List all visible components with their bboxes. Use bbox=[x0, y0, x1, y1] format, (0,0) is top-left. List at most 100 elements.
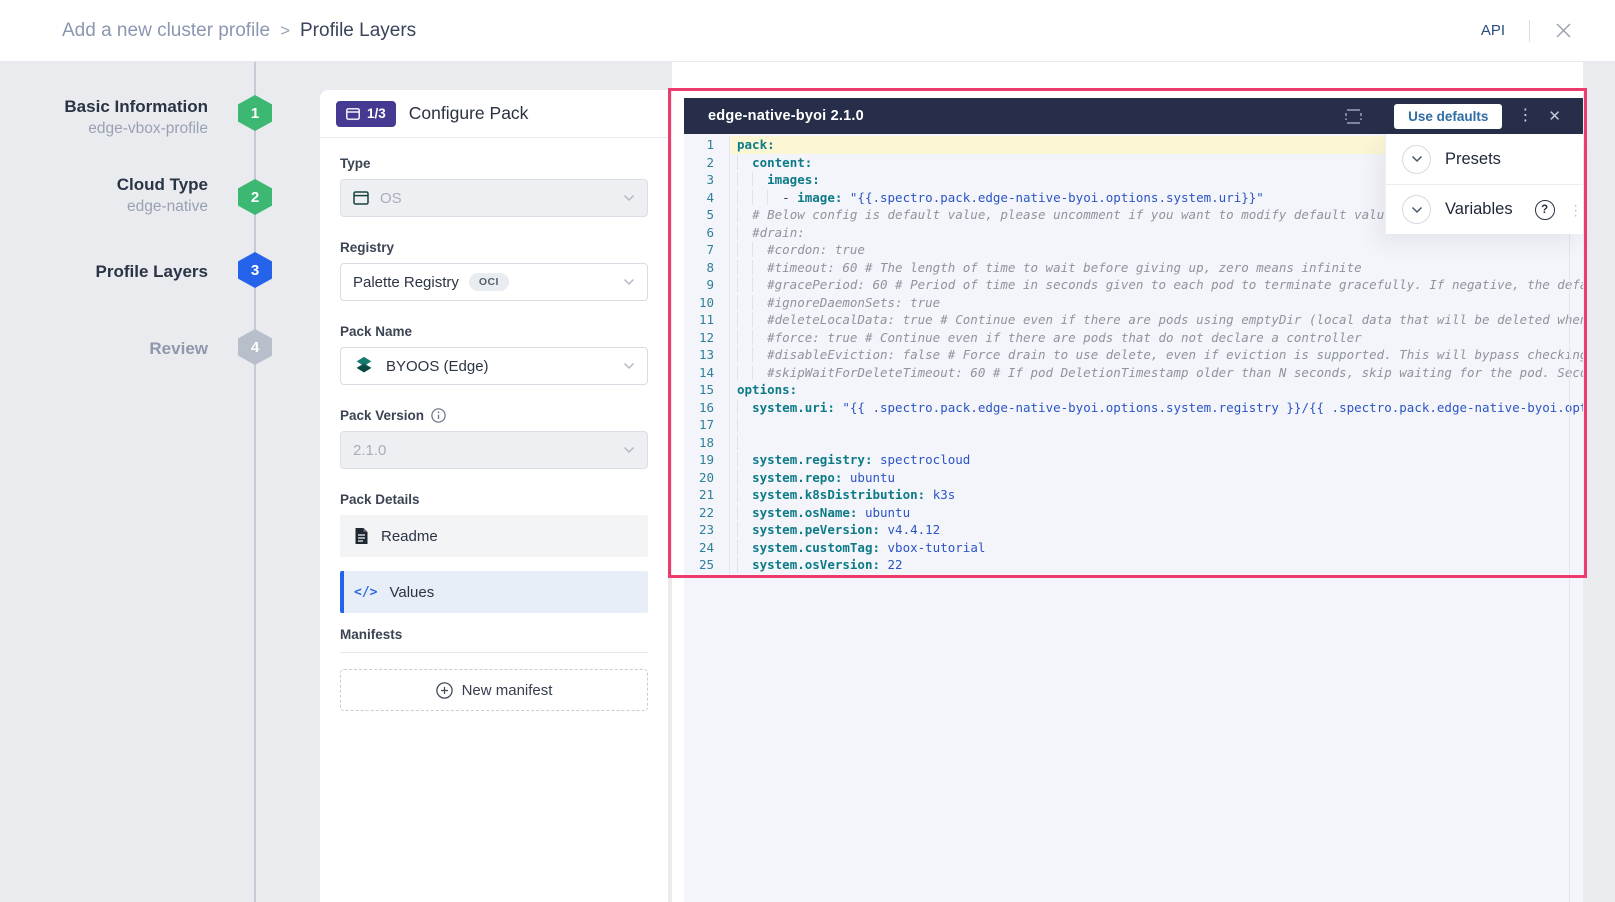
breadcrumb-parent-link[interactable]: Add a new cluster profile bbox=[62, 20, 270, 42]
pack-name-value: BYOOS (Edge) bbox=[386, 358, 489, 375]
variables-section-toggle[interactable]: Variables ? ⋮ bbox=[1386, 184, 1583, 234]
editor-title: edge-native-byoi 2.1.0 bbox=[708, 108, 864, 124]
line-number: 19 bbox=[684, 451, 714, 469]
line-number: 15 bbox=[684, 381, 714, 399]
chevron-down-icon bbox=[623, 362, 635, 370]
type-select[interactable]: OS bbox=[340, 179, 648, 217]
plus-circle-icon bbox=[436, 682, 453, 699]
step-title: Review bbox=[8, 337, 208, 360]
code-line[interactable]: 10 #ignoreDaemonSets: true bbox=[684, 294, 1583, 312]
line-number: 17 bbox=[684, 416, 714, 434]
pack-version-select[interactable]: 2.1.0 bbox=[340, 431, 648, 469]
page-header: Add a new cluster profile > Profile Laye… bbox=[0, 0, 1615, 62]
code-line[interactable]: 25 system.osVersion: 22 bbox=[684, 556, 1583, 574]
step-number: 2 bbox=[251, 189, 259, 206]
code-line[interactable]: 20 system.repo: ubuntu bbox=[684, 469, 1583, 487]
line-number: 6 bbox=[684, 224, 714, 242]
use-defaults-button[interactable]: Use defaults bbox=[1394, 104, 1502, 129]
line-number: 5 bbox=[684, 206, 714, 224]
code-line[interactable]: 21 system.k8sDistribution: k3s bbox=[684, 486, 1583, 504]
registry-value: Palette Registry bbox=[353, 274, 459, 291]
step-number: 4 bbox=[251, 339, 259, 356]
line-number: 13 bbox=[684, 346, 714, 364]
line-number: 23 bbox=[684, 521, 714, 539]
window-icon bbox=[346, 108, 360, 120]
code-line[interactable]: 17 bbox=[684, 416, 1583, 434]
document-icon bbox=[354, 527, 369, 545]
byoos-pack-icon bbox=[353, 355, 375, 377]
editor-header: edge-native-byoi 2.1.0 Use defaults ⋮ ✕ bbox=[684, 98, 1583, 134]
pack-step-badge: 1/3 bbox=[336, 101, 396, 127]
step-subtitle: edge-native bbox=[8, 196, 208, 218]
line-number: 16 bbox=[684, 399, 714, 417]
pack-version-value: 2.1.0 bbox=[353, 442, 386, 459]
code-line[interactable]: 19 system.registry: spectrocloud bbox=[684, 451, 1583, 469]
editor-scrollbar[interactable] bbox=[1569, 134, 1570, 902]
manifests-divider bbox=[340, 652, 648, 653]
pack-details-label: Pack Details bbox=[340, 492, 648, 507]
info-icon[interactable] bbox=[431, 408, 446, 423]
code-line[interactable]: 16 system.uri: "{{ .spectro.pack.edge-na… bbox=[684, 399, 1583, 417]
pack-name-select[interactable]: BYOOS (Edge) bbox=[340, 347, 648, 385]
api-link[interactable]: API bbox=[1481, 22, 1505, 39]
configure-pack-panel: 1/3 Configure Pack Type OS Registry Pale… bbox=[320, 90, 668, 902]
code-line[interactable]: 22 system.osName: ubuntu bbox=[684, 504, 1583, 522]
code-line[interactable]: 13 #disableEviction: false # Force drain… bbox=[684, 346, 1583, 364]
code-line[interactable]: 8 #timeout: 60 # The length of time to w… bbox=[684, 259, 1583, 277]
chevron-down-icon bbox=[623, 446, 635, 454]
chevron-down-icon[interactable] bbox=[1402, 195, 1431, 224]
variables-menu-icon[interactable]: ⋮ bbox=[1569, 203, 1583, 217]
presets-label: Presets bbox=[1445, 150, 1501, 169]
new-manifest-label: New manifest bbox=[462, 682, 553, 699]
step-badge-2: 2 bbox=[238, 179, 272, 215]
presets-variables-panel: Presets Variables ? ⋮ bbox=[1385, 134, 1583, 234]
pack-name-label: Pack Name bbox=[340, 324, 648, 339]
code-line[interactable]: 15options: bbox=[684, 381, 1583, 399]
line-number: 20 bbox=[684, 469, 714, 487]
step-badge-4: 4 bbox=[238, 329, 272, 365]
type-value: OS bbox=[380, 190, 402, 207]
close-icon[interactable] bbox=[1554, 21, 1573, 40]
step-number: 1 bbox=[251, 105, 259, 122]
line-number: 3 bbox=[684, 171, 714, 189]
step-title: Basic Information bbox=[8, 95, 208, 118]
line-number: 7 bbox=[684, 241, 714, 259]
editor-menu-icon[interactable]: ⋮ bbox=[1517, 108, 1533, 124]
line-number: 2 bbox=[684, 154, 714, 172]
line-number: 12 bbox=[684, 329, 714, 347]
line-number: 24 bbox=[684, 539, 714, 557]
code-line[interactable]: 14 #skipWaitForDeleteTimeout: 60 # If po… bbox=[684, 364, 1583, 382]
presets-section-toggle[interactable]: Presets bbox=[1386, 134, 1583, 184]
code-line[interactable]: 23 system.peVersion: v4.4.12 bbox=[684, 521, 1583, 539]
code-editor-textarea[interactable]: 1pack:2 content:3 images:4 - image: "{{.… bbox=[684, 134, 1583, 902]
registry-select[interactable]: Palette Registry OCI bbox=[340, 263, 648, 301]
line-number: 1 bbox=[684, 136, 714, 154]
breadcrumb: Add a new cluster profile > Profile Laye… bbox=[62, 20, 416, 42]
step-count: 1/3 bbox=[367, 106, 386, 121]
oci-badge: OCI bbox=[469, 273, 509, 291]
values-tab[interactable]: </> Values bbox=[340, 571, 648, 613]
help-icon[interactable]: ? bbox=[1535, 200, 1555, 220]
code-line[interactable]: 7 #cordon: true bbox=[684, 241, 1583, 259]
pack-version-label-text: Pack Version bbox=[340, 408, 424, 423]
step-title: Profile Layers bbox=[8, 260, 208, 283]
line-number: 25 bbox=[684, 556, 714, 574]
expand-editor-icon[interactable] bbox=[1344, 108, 1363, 125]
code-line[interactable]: 24 system.customTag: vbox-tutorial bbox=[684, 539, 1583, 557]
chevron-down-icon[interactable] bbox=[1402, 145, 1431, 174]
chevron-down-icon bbox=[623, 194, 635, 202]
page-background-strip bbox=[1583, 62, 1615, 902]
step-badge-3: 3 bbox=[238, 252, 272, 288]
code-line[interactable]: 11 #deleteLocalData: true # Continue eve… bbox=[684, 311, 1583, 329]
code-line[interactable]: 18 bbox=[684, 434, 1583, 452]
readme-tab[interactable]: Readme bbox=[340, 515, 648, 557]
line-number: 14 bbox=[684, 364, 714, 382]
editor-close-icon[interactable]: ✕ bbox=[1548, 109, 1561, 124]
line-number: 18 bbox=[684, 434, 714, 452]
new-manifest-button[interactable]: New manifest bbox=[340, 669, 648, 711]
code-line[interactable]: 12 #force: true # Continue even if there… bbox=[684, 329, 1583, 347]
values-label: Values bbox=[389, 584, 434, 601]
line-number: 9 bbox=[684, 276, 714, 294]
code-line[interactable]: 9 #gracePeriod: 60 # Period of time in s… bbox=[684, 276, 1583, 294]
step-title: Cloud Type bbox=[8, 173, 208, 196]
